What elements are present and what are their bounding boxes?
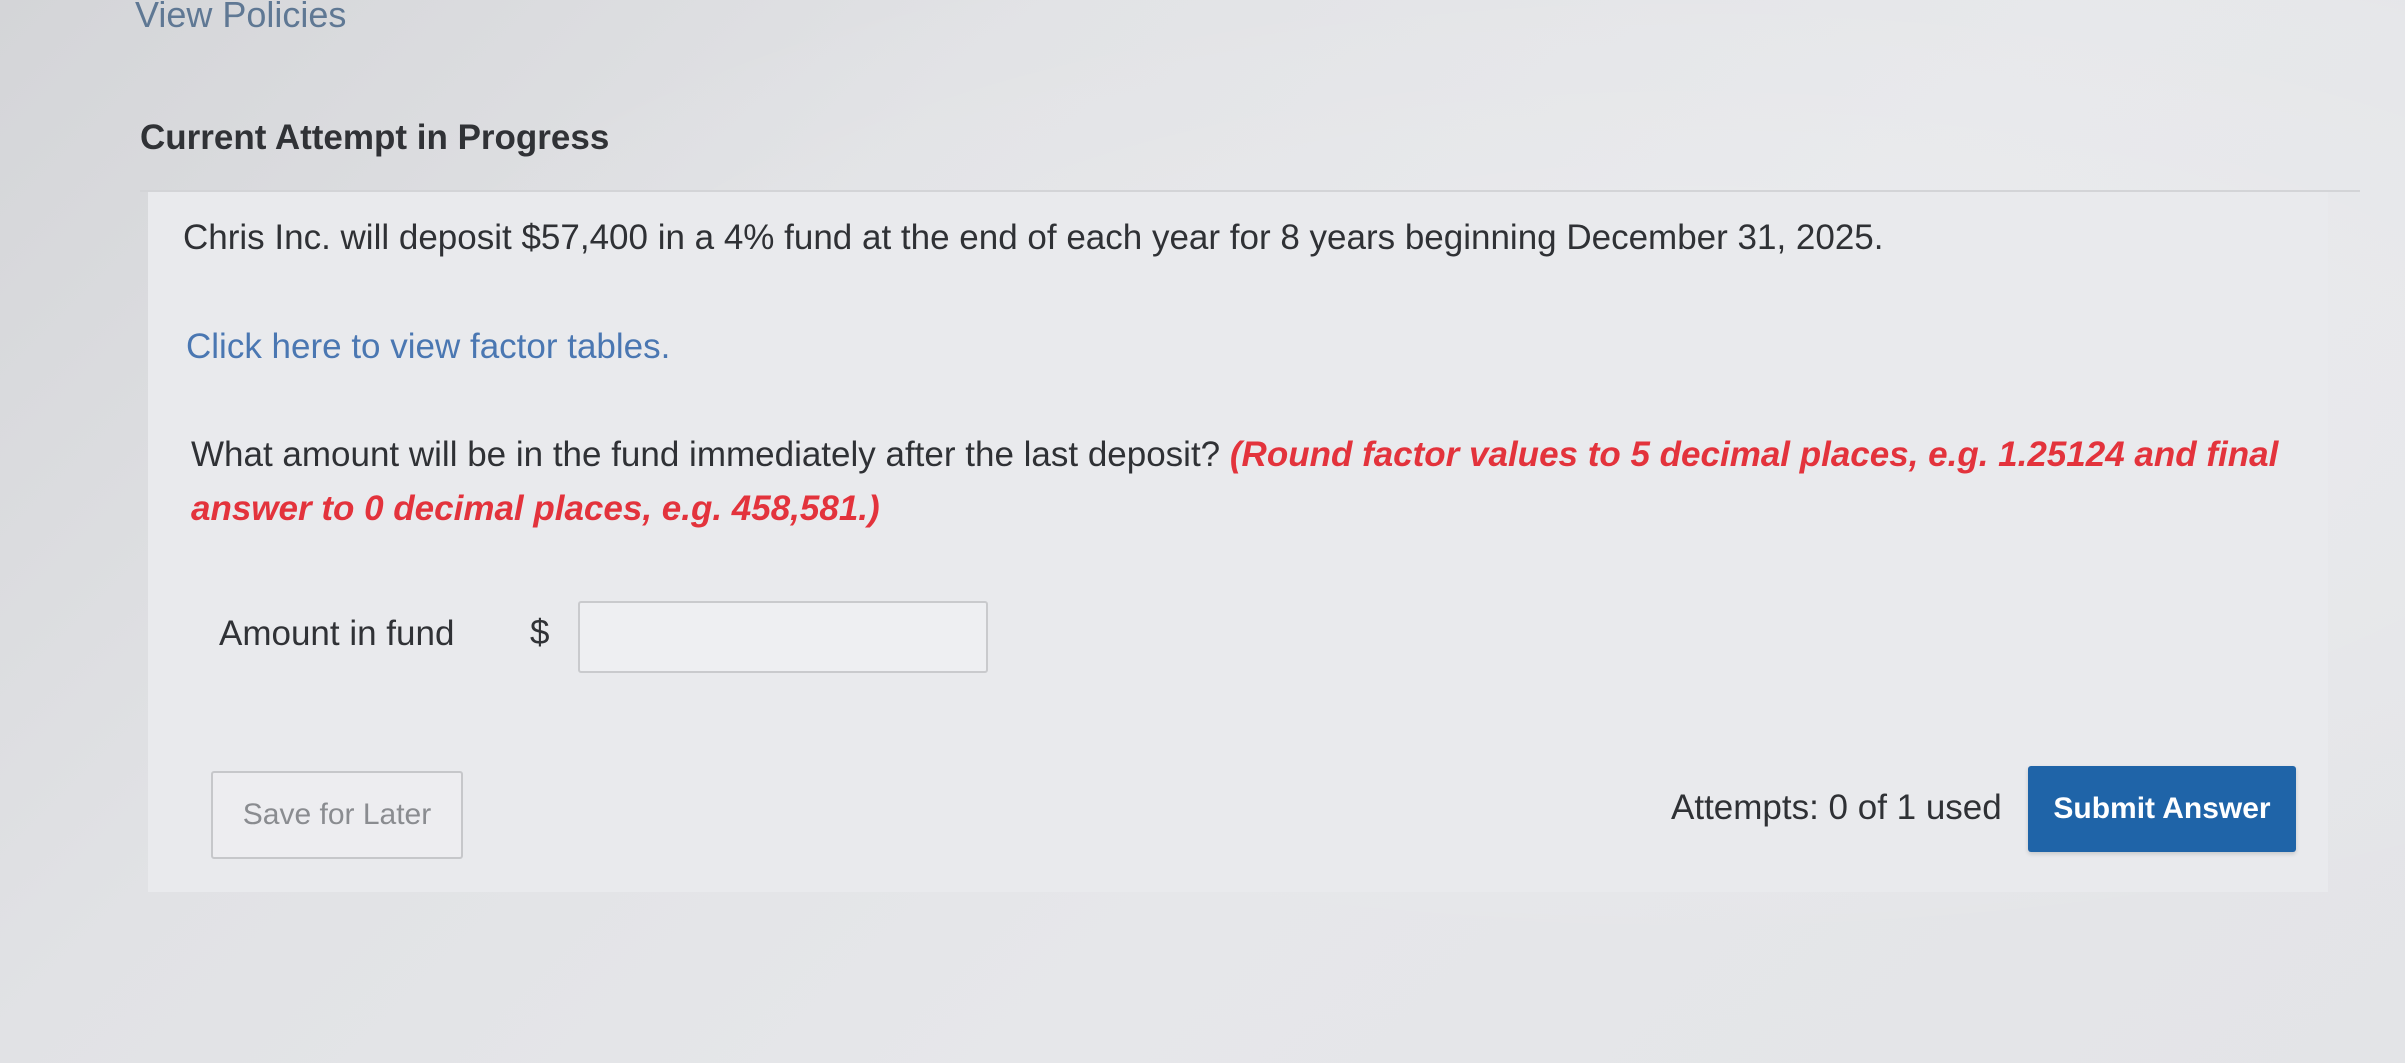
amount-in-fund-input[interactable]: [578, 601, 988, 673]
save-for-later-button[interactable]: Save for Later: [211, 771, 463, 859]
view-policies-link[interactable]: View Policies: [135, 0, 346, 36]
submit-answer-button[interactable]: Submit Answer: [2028, 766, 2296, 852]
amount-field-label: Amount in fund: [219, 614, 455, 653]
currency-symbol: $: [530, 613, 550, 652]
problem-statement: Chris Inc. will deposit $57,400 in a 4% …: [183, 218, 1884, 257]
question-panel: [148, 192, 2328, 892]
attempts-counter: Attempts: 0 of 1 used: [1671, 788, 2002, 827]
factor-tables-link[interactable]: Click here to view factor tables.: [186, 327, 670, 367]
question-prompt: What amount will be in the fund immediat…: [191, 428, 2331, 536]
attempt-heading: Current Attempt in Progress: [140, 118, 610, 157]
question-prompt-text: What amount will be in the fund immediat…: [191, 435, 1221, 474]
